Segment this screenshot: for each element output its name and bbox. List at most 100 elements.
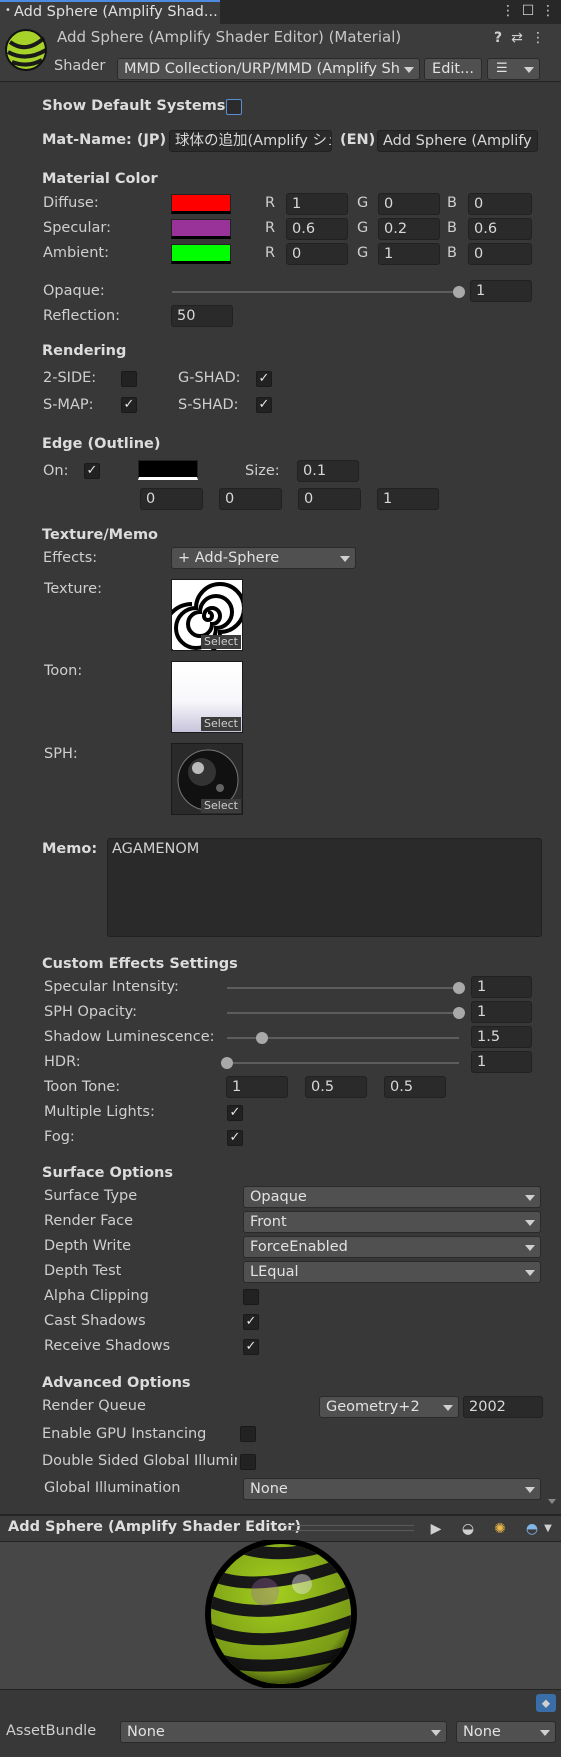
matname-jp-field[interactable]: 球体の追加(Amplify シェ [169,130,332,152]
assetbundle-value: None [127,1724,165,1740]
reflection-field[interactable]: 50 [171,305,233,327]
component-menu-icon[interactable]: ⋮ [530,29,546,47]
surface-type-dropdown[interactable]: Opaque [243,1186,541,1208]
show-default-checkbox[interactable] [226,99,242,115]
multiple-lights-checkbox[interactable]: ✓ [227,1105,243,1121]
cast-shadows-checkbox[interactable]: ✓ [243,1314,259,1330]
render-face-dropdown[interactable]: Front [243,1211,541,1233]
toon-select-button[interactable]: Select [201,717,241,731]
specular-g-field[interactable]: 0.2 [378,218,440,240]
diffuse-g-field[interactable]: 0 [378,193,440,215]
edge-size-field[interactable]: 0.1 [297,460,359,482]
toon-tone-label: Toon Tone: [44,1079,121,1095]
background-icon[interactable]: ◓ [523,1520,541,1538]
alpha-clipping-checkbox[interactable] [243,1289,259,1305]
more-options-icon[interactable]: ⋮ [500,2,516,20]
receive-shadows-label: Receive Shadows [44,1338,171,1354]
shadow-luminescence-slider[interactable] [227,1032,459,1044]
help-icon[interactable]: ? [490,29,506,47]
diffuse-swatch[interactable] [171,194,231,214]
matname-label: Mat-Name: (JP) [42,132,167,148]
depth-write-dropdown[interactable]: ForceEnabled [243,1236,541,1258]
s-shad-checkbox[interactable]: ✓ [256,397,272,413]
edit-shader-button[interactable]: Edit... [424,58,482,80]
receive-shadows-checkbox[interactable]: ✓ [243,1339,259,1355]
texture-select-button[interactable]: Select [201,635,241,649]
depth-test-dropdown[interactable]: LEqual [243,1261,541,1283]
ambient-g-field[interactable]: 1 [378,243,440,265]
toon-slot[interactable]: Select [171,661,243,733]
shadow-luminescence-field[interactable]: 1.5 [471,1026,532,1048]
lighting-icon[interactable]: ✺ [491,1520,509,1538]
global-illumination-value: None [250,1481,288,1497]
sph-select-button[interactable]: Select [201,799,241,813]
opaque-slider[interactable] [172,286,465,298]
memo-textarea[interactable]: AGAMENOM [107,838,542,937]
gpu-instancing-checkbox[interactable] [240,1426,256,1442]
play-icon[interactable]: ▶ [427,1520,445,1538]
edge-color-a-field[interactable]: 1 [377,488,439,510]
specular-r-field[interactable]: 0.6 [286,218,348,240]
render-queue-number-field[interactable]: 2002 [463,1396,543,1418]
chevron-down-icon-3 [340,556,350,562]
edge-on-checkbox[interactable]: ✓ [84,463,100,479]
double-sided-gi-checkbox[interactable] [240,1454,256,1470]
diffuse-b-field[interactable]: 0 [468,193,532,215]
preview-title: Add Sphere (Amplify Shader Editor) [8,1519,302,1535]
ambient-swatch[interactable] [171,244,231,264]
fog-checkbox[interactable]: ✓ [227,1130,243,1146]
slider-knob[interactable] [221,1057,233,1069]
ambient-r-field[interactable]: 0 [286,243,348,265]
assetbundle-variant-dropdown[interactable]: None [456,1721,556,1743]
maximize-icon[interactable]: ☐ [520,2,536,20]
more-options-icon-2[interactable]: ⋮ [540,2,556,20]
shader-options-button[interactable]: ☰ [487,58,540,80]
chevron-down-icon-5 [525,1220,535,1226]
slider-knob[interactable] [453,286,465,298]
sph-opacity-field[interactable]: 1 [471,1001,532,1023]
diffuse-r-field[interactable]: 1 [286,193,348,215]
chevron-down-icon-10[interactable]: ▼ [541,1520,555,1538]
assetbundle-dropdown[interactable]: None [120,1721,447,1743]
sph-opacity-label: SPH Opacity: [44,1004,138,1020]
tab-inspector[interactable]: • Add Sphere (Amplify Shad... [0,0,220,24]
slider-knob[interactable] [453,982,465,994]
render-queue-dropdown[interactable]: Geometry+2 [319,1396,459,1418]
sphere-mesh-icon[interactable]: ◒ [459,1520,477,1538]
slider-knob[interactable] [453,1007,465,1019]
slider-knob[interactable] [255,1032,268,1044]
effects-dropdown[interactable]: + Add-Sphere [171,547,356,569]
texture-slot[interactable]: Select [171,579,243,651]
sph-opacity-slider[interactable] [227,1007,465,1019]
hdr-slider[interactable] [221,1057,459,1069]
opaque-field[interactable]: 1 [470,280,532,302]
global-illumination-dropdown[interactable]: None [243,1478,541,1500]
sph-slot[interactable]: Select [171,743,243,815]
toon-tone-field-3[interactable]: 0.5 [384,1076,446,1098]
label-tag-icon[interactable]: ⬥ [536,1694,556,1712]
specular-swatch[interactable] [171,219,231,239]
scroll-down-icon[interactable] [548,1499,556,1504]
specular-intensity-slider[interactable] [227,982,465,994]
toon-tone-field-2[interactable]: 0.5 [305,1076,367,1098]
custom-effects-title: Custom Effects Settings [42,956,238,972]
g-shad-checkbox[interactable]: ✓ [256,371,272,387]
specular-b-field[interactable]: 0.6 [468,218,532,240]
matname-en-field[interactable]: Add Sphere (Amplify S [377,130,538,152]
multiple-lights-label: Multiple Lights: [44,1104,155,1120]
material-color-title: Material Color [42,171,158,187]
edge-color-swatch[interactable] [138,460,198,480]
specular-intensity-field[interactable]: 1 [471,976,532,998]
edge-color-r-field[interactable]: 0 [140,488,203,510]
preset-icon[interactable]: ⇄ [509,29,525,47]
two-side-checkbox[interactable] [121,371,137,387]
toon-tone-field-1[interactable]: 1 [226,1076,288,1098]
edge-color-b-field[interactable]: 0 [298,488,361,510]
ambient-b-field[interactable]: 0 [468,243,532,265]
edit-label: Edit... [432,61,474,77]
edge-color-g-field[interactable]: 0 [219,488,282,510]
preview-drag-handle[interactable] [284,1525,414,1531]
hdr-field[interactable]: 1 [471,1051,532,1073]
s-map-checkbox[interactable]: ✓ [121,397,137,413]
shader-dropdown[interactable]: MMD Collection/URP/MMD (Amplify Sh [117,58,420,80]
